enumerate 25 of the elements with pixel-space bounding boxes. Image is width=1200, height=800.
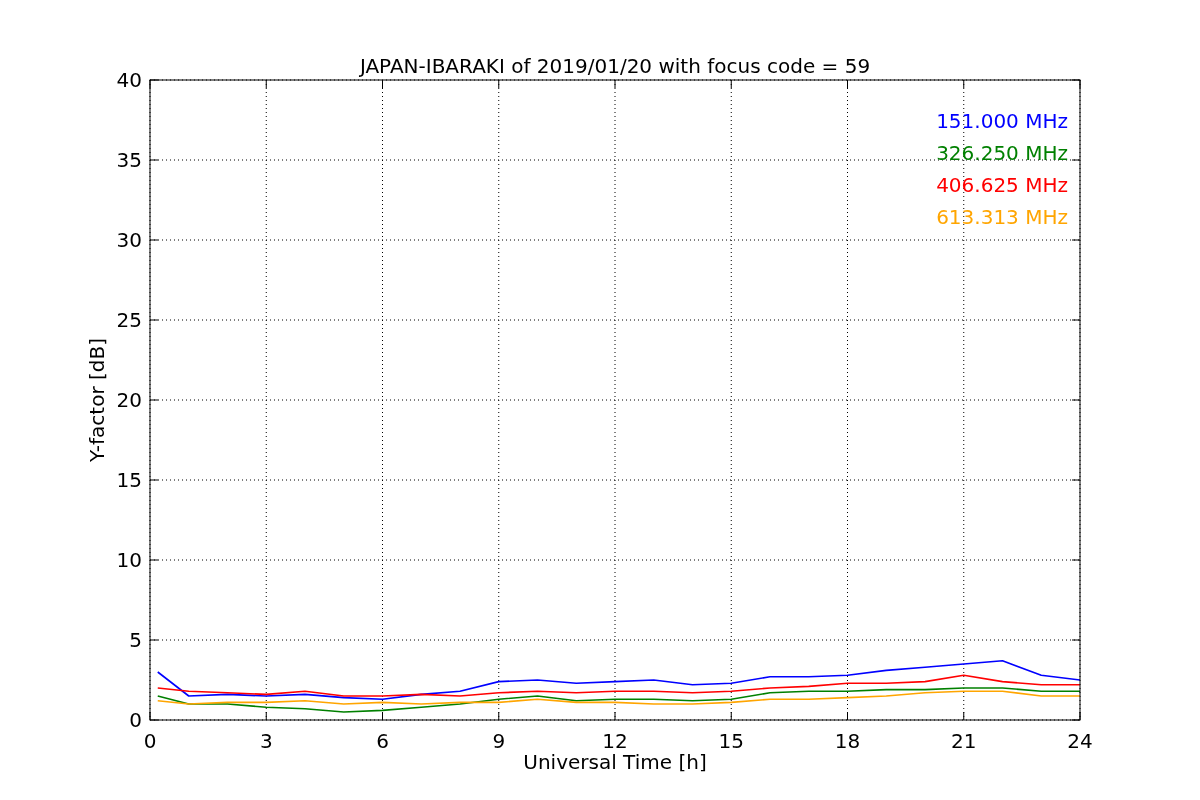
y-tick-label: 40 — [116, 68, 142, 92]
y-tick-label: 25 — [116, 308, 142, 332]
y-tick-label: 10 — [116, 548, 142, 572]
x-tick-label: 3 — [259, 729, 273, 753]
legend-label: 151.000 MHz — [936, 109, 1068, 133]
y-tick-label: 15 — [116, 468, 142, 492]
chart-title: JAPAN-IBARAKI of 2019/01/20 with focus code = 59 — [359, 54, 871, 78]
legend-label: 406.625 MHz — [936, 173, 1068, 197]
x-tick-label: 15 — [718, 729, 744, 753]
x-tick-label: 0 — [143, 729, 157, 753]
x-tick-label: 9 — [492, 729, 506, 753]
y-tick-label: 35 — [116, 148, 142, 172]
y-axis-label: Y-factor [dB] — [85, 338, 109, 462]
x-tick-label: 24 — [1067, 729, 1093, 753]
legend-label: 326.250 MHz — [936, 141, 1068, 165]
x-axis-label: Universal Time [h] — [523, 750, 707, 774]
x-tick-label: 6 — [376, 729, 389, 753]
x-tick-label: 12 — [602, 729, 628, 753]
x-tick-label: 21 — [951, 729, 977, 753]
y-tick-label: 5 — [129, 628, 142, 652]
y-tick-label: 0 — [129, 708, 142, 732]
y-tick-label: 30 — [116, 228, 142, 252]
x-tick-label: 18 — [834, 729, 861, 753]
legend-label: 613.313 MHz — [936, 205, 1068, 229]
y-tick-label: 20 — [116, 388, 142, 412]
